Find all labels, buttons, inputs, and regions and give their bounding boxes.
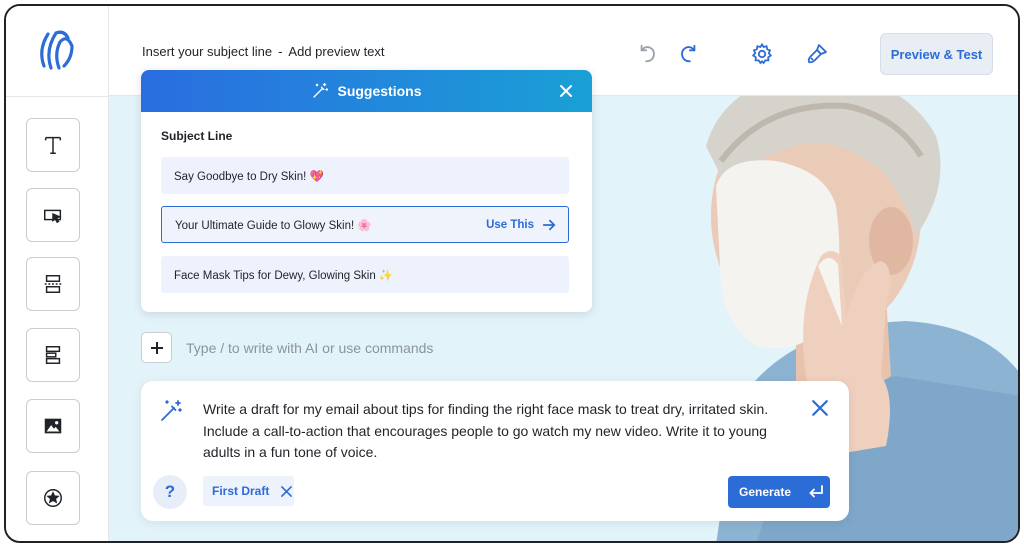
use-this-label: Use This [486, 218, 534, 231]
suggestion-item-selected[interactable]: Your Ultimate Guide to Glowy Skin! 🌸 Use… [161, 206, 569, 243]
divider-icon [44, 275, 62, 293]
sidebar-tool-star[interactable] [26, 471, 80, 525]
help-button[interactable]: ? [153, 475, 187, 509]
redo-icon[interactable] [674, 40, 702, 68]
generate-button[interactable]: Generate [728, 476, 830, 508]
suggestion-text: Say Goodbye to Dry Skin! 💖 [174, 170, 324, 183]
app-window: Insert your subject line - Add preview t… [4, 4, 1020, 543]
sidebar-tool-text[interactable] [26, 118, 80, 172]
preview-test-button[interactable]: Preview & Test [880, 33, 993, 75]
suggestion-text: Face Mask Tips for Dewy, Glowing Skin ✨ [174, 269, 394, 282]
ai-prompt-text[interactable]: Write a draft for my email about tips fo… [203, 399, 783, 464]
undo-icon[interactable] [634, 40, 662, 68]
suggestion-text: Your Ultimate Guide to Glowy Skin! 🌸 [175, 219, 372, 232]
sidebar-tool-layout[interactable] [26, 328, 80, 382]
suggestion-item[interactable]: Face Mask Tips for Dewy, Glowing Skin ✨ [161, 256, 569, 293]
arrow-right-icon [542, 219, 556, 230]
button-icon [44, 209, 62, 224]
sidebar-tool-divider[interactable] [26, 257, 80, 311]
chip-label: First Draft [212, 484, 270, 498]
magic-wand-icon [161, 400, 182, 421]
plus-icon [150, 341, 163, 354]
magic-wand-icon [313, 82, 329, 98]
sidebar-tool-button[interactable] [26, 188, 80, 242]
suggestions-panel: Suggestions Subject Line Say Goodbye to … [141, 70, 592, 312]
subject-separator: - [278, 44, 283, 59]
generate-label: Generate [739, 485, 792, 499]
command-input[interactable]: Type / to write with AI or use commands [186, 340, 433, 356]
suggestions-header: Suggestions [141, 70, 592, 112]
ai-prompt-panel: Write a draft for my email about tips fo… [141, 381, 849, 521]
text-icon [44, 136, 62, 154]
section-label: Subject Line [161, 129, 233, 143]
star-icon [44, 489, 62, 507]
sidebar-tool-image[interactable] [26, 399, 80, 453]
layout-icon [45, 346, 61, 364]
preview-text-placeholder[interactable]: Add preview text [288, 44, 384, 59]
brand-logo[interactable] [34, 28, 78, 72]
add-block-button[interactable] [141, 332, 172, 363]
close-icon[interactable] [558, 83, 574, 99]
first-draft-chip[interactable]: First Draft [203, 476, 294, 506]
chip-close-icon[interactable] [281, 485, 293, 497]
suggestion-item[interactable]: Say Goodbye to Dry Skin! 💖 [161, 157, 569, 194]
enter-return-icon [809, 485, 823, 498]
subject-line-field[interactable]: Insert your subject line - Add preview t… [142, 44, 385, 59]
sidebar [6, 6, 109, 541]
sidebar-divider [6, 96, 109, 97]
subject-placeholder[interactable]: Insert your subject line [142, 44, 272, 59]
settings-gear-icon[interactable] [748, 40, 776, 68]
close-icon[interactable] [811, 399, 829, 417]
suggestions-title: Suggestions [337, 83, 422, 99]
use-this-button[interactable]: Use This [486, 207, 556, 242]
brush-icon[interactable] [803, 40, 831, 68]
image-icon [44, 418, 62, 434]
